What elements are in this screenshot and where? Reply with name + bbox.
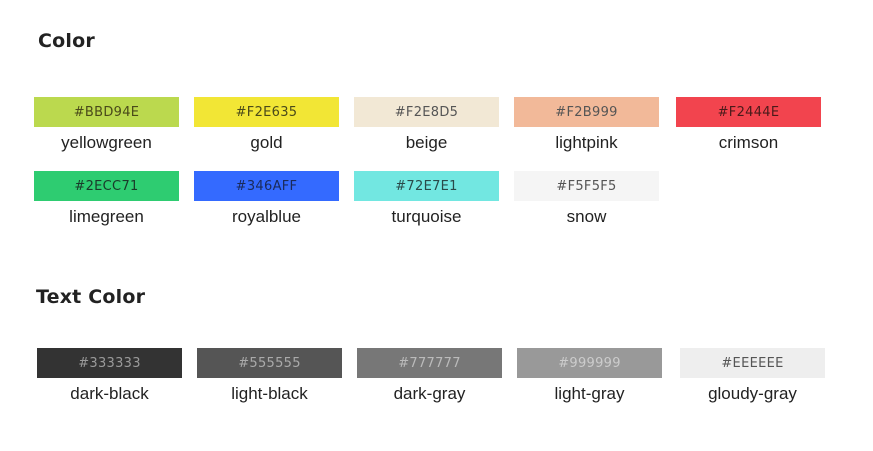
swatch-limegreen: #2ECC71 limegreen	[34, 171, 179, 227]
swatch-gold: #F2E635 gold	[194, 97, 339, 153]
swatch-chip: #72E7E1	[354, 171, 499, 201]
swatch-chip: #999999	[517, 348, 662, 378]
swatch-chip: #333333	[37, 348, 182, 378]
swatch-turquoise: #72E7E1 turquoise	[354, 171, 499, 227]
swatch-gloudy-gray: #EEEEEE gloudy-gray	[680, 348, 825, 404]
swatch-chip: #346AFF	[194, 171, 339, 201]
swatch-label: snow	[566, 207, 607, 226]
swatch-label: lightpink	[555, 133, 618, 152]
swatch-chip: #EEEEEE	[680, 348, 825, 378]
swatch-chip: #BBD94E	[34, 97, 179, 127]
swatch-beige: #F2E8D5 beige	[354, 97, 499, 153]
swatch-light-gray: #999999 light-gray	[517, 348, 662, 404]
swatch-chip: #F5F5F5	[514, 171, 659, 201]
swatch-label: crimson	[718, 133, 779, 152]
swatch-label: dark-black	[70, 384, 149, 403]
swatch-royalblue: #346AFF royalblue	[194, 171, 339, 227]
swatch-chip: #F2B999	[514, 97, 659, 127]
swatch-yellowgreen: #BBD94E yellowgreen	[34, 97, 179, 153]
swatch-label: limegreen	[69, 207, 144, 226]
swatch-label: turquoise	[391, 207, 462, 226]
swatch-chip: #F2E8D5	[354, 97, 499, 127]
swatch-label: light-black	[231, 384, 308, 403]
swatch-light-black: #555555 light-black	[197, 348, 342, 404]
swatch-lightpink: #F2B999 lightpink	[514, 97, 659, 153]
text-color-section-title: Text Color	[36, 286, 146, 308]
swatch-chip: #F2E635	[194, 97, 339, 127]
swatch-label: yellowgreen	[61, 133, 152, 152]
swatch-crimson: #F2444E crimson	[676, 97, 821, 153]
swatch-label: gloudy-gray	[708, 384, 797, 403]
color-section-title: Color	[38, 30, 95, 52]
swatch-dark-gray: #777777 dark-gray	[357, 348, 502, 404]
swatch-dark-black: #333333 dark-black	[37, 348, 182, 404]
swatch-chip: #2ECC71	[34, 171, 179, 201]
swatch-label: royalblue	[232, 207, 301, 226]
swatch-label: light-gray	[554, 384, 625, 403]
swatch-label: gold	[250, 133, 283, 152]
swatch-label: dark-gray	[393, 384, 466, 403]
swatch-label: beige	[405, 133, 448, 152]
swatch-snow: #F5F5F5 snow	[514, 171, 659, 227]
swatch-chip: #F2444E	[676, 97, 821, 127]
swatch-chip: #555555	[197, 348, 342, 378]
swatch-chip: #777777	[357, 348, 502, 378]
